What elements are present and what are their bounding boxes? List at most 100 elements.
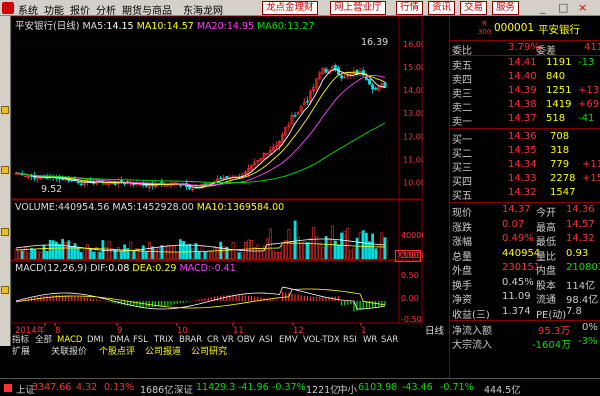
tab-related-quote[interactable]: 关联报价 (51, 346, 87, 358)
tab-sar[interactable]: SAR (381, 335, 398, 346)
stat-label: 总量 (452, 251, 472, 263)
stock-period-title: 平安银行(日线) (15, 21, 80, 32)
volume-bar (278, 251, 282, 260)
stat-row: 总量 440954 量比 0.93 (450, 248, 600, 263)
service-button[interactable]: 服务 (492, 1, 520, 15)
menu-system[interactable]: 系统 (18, 2, 38, 17)
tab-indicator[interactable]: 指标 (12, 335, 29, 346)
divider (450, 128, 600, 129)
volume-bar (315, 236, 319, 260)
sz-label[interactable]: 深证 (174, 382, 193, 396)
volume-bar (144, 251, 148, 260)
stat-label: 涨幅 (452, 237, 472, 248)
volume-bar (123, 244, 127, 260)
tab-fsl[interactable]: FSL (133, 335, 148, 346)
macd-panel-header: MACD(12,26,9) DIF:0.08 DEA:0.29 MACD:-0.… (15, 263, 236, 274)
tab-cr[interactable]: CR (207, 335, 219, 346)
quote-panel: R 300 000001 平安银行 委比 3.79% 委差 411 卖五 14.4… (449, 16, 600, 378)
volume-bar (67, 240, 71, 260)
folder-icon[interactable] (1, 286, 9, 294)
sell-volume: 1419 (546, 99, 572, 110)
tab-company-report[interactable]: 公司报道 (145, 346, 181, 358)
tab-emv[interactable]: EMV (279, 335, 298, 346)
menu-quote[interactable]: 报价 (70, 2, 90, 17)
volume-bar (346, 227, 350, 260)
divider (450, 40, 600, 41)
volume-bar (306, 242, 309, 260)
volume-bar (82, 249, 86, 260)
menu-futures[interactable]: 期货与商品 (122, 2, 172, 17)
indicator-tab-bar: 指标 全部 MACD DMI DMA FSL TRIX BRAR CR VR O… (11, 335, 423, 346)
stat-label: 净资 (452, 295, 472, 306)
tab-obv[interactable]: OBV (237, 335, 255, 346)
tab-dma[interactable]: DMA (110, 335, 130, 346)
tab-vol-tdx[interactable]: VOL-TDX (303, 335, 340, 346)
buy-level-row: 买四 14.33 2278 +15 (450, 173, 600, 188)
chart-canvas[interactable]: 16.00 15.00 14.00 13.00 12.00 11.00 10.00 40000… (10, 15, 426, 342)
ma20-value: 14.95 (226, 21, 255, 32)
online-hall-button[interactable]: 网上营业厅 (330, 1, 386, 15)
weibi-row: 委比 3.79% 委差 411 (450, 42, 600, 57)
stat-label: 流通 (536, 295, 556, 306)
tab-stock-comment[interactable]: 个股点评 (99, 346, 135, 358)
sell-change: -13 (578, 57, 595, 68)
volume-bar (27, 252, 30, 260)
minimize-icon[interactable]: _ (540, 1, 546, 14)
maximize-icon[interactable]: □ (558, 1, 568, 14)
tab-expand[interactable]: 扩展 (12, 346, 30, 358)
volume-bar (262, 245, 266, 260)
menu-function[interactable]: 功能 (44, 2, 64, 17)
sz-index: 11429.3 (196, 382, 236, 393)
candle-body (340, 75, 344, 79)
volume-bar (154, 249, 158, 260)
volume-bar (383, 237, 387, 260)
kline-chart-area[interactable]: 16.00 15.00 14.00 13.00 12.00 11.00 10.00 40000… (10, 15, 426, 342)
close-icon[interactable]: × (578, 1, 587, 14)
licaibutton[interactable]: 龙点金理财 (262, 1, 318, 15)
block-inflow-label: 大宗流入 (452, 340, 492, 351)
volume-bar (148, 242, 151, 260)
sh-change: 4.32 (76, 382, 98, 393)
buy-price: 14.33 (508, 173, 537, 184)
volume-bar (98, 251, 102, 260)
tab-trix[interactable]: TRIX (154, 335, 173, 346)
candle-body (374, 87, 378, 90)
volume-bar (45, 251, 49, 260)
zx-label[interactable]: 中小 (338, 382, 357, 396)
news-button[interactable]: 资讯 (428, 1, 456, 15)
stat-label: 现价 (452, 208, 472, 219)
sell-volume: 518 (546, 113, 566, 124)
tab-rsi[interactable]: RSI (343, 335, 357, 346)
tab-asi[interactable]: ASI (259, 335, 273, 346)
menu-donghai[interactable]: 东海龙网 (183, 2, 223, 17)
menu-analysis[interactable]: 分析 (96, 2, 116, 17)
buy-volume: 779 (550, 159, 570, 170)
folder-icon[interactable] (1, 228, 9, 236)
r-code: 300 (478, 28, 492, 36)
folder-icon[interactable] (1, 166, 9, 174)
market-button[interactable]: 行情 (396, 1, 424, 15)
tab-macd[interactable]: MACD (57, 335, 82, 346)
volume-tick-label: 40000 (401, 231, 423, 240)
ma10-value: 14.57 (166, 21, 194, 32)
tab-dmi[interactable]: DMI (87, 335, 103, 346)
tab-all[interactable]: 全部 (35, 335, 52, 346)
stat-row: 现价 14.37 今开 14.36 (450, 204, 600, 219)
period-label[interactable]: 日线 (425, 323, 444, 337)
stat-row: 换手 0.45% 股本 114亿 (450, 277, 600, 292)
volume-bar (228, 249, 232, 260)
volume-bar (247, 239, 251, 260)
trade-button[interactable]: 交易 (460, 1, 488, 15)
tab-brar[interactable]: BRAR (179, 335, 202, 346)
volume-bar (172, 246, 176, 260)
tab-vr[interactable]: VR (222, 335, 234, 346)
tab-wr[interactable]: WR (363, 335, 377, 346)
volume-bar (337, 244, 340, 260)
volume-bar (374, 248, 378, 260)
stat-label: 收益(三) (452, 309, 490, 321)
tab-company-research[interactable]: 公司研究 (191, 346, 227, 358)
folder-icon[interactable] (1, 106, 9, 114)
candle-body (113, 183, 117, 185)
volume-bar (250, 240, 254, 260)
stat-value: 230151 (502, 262, 541, 273)
